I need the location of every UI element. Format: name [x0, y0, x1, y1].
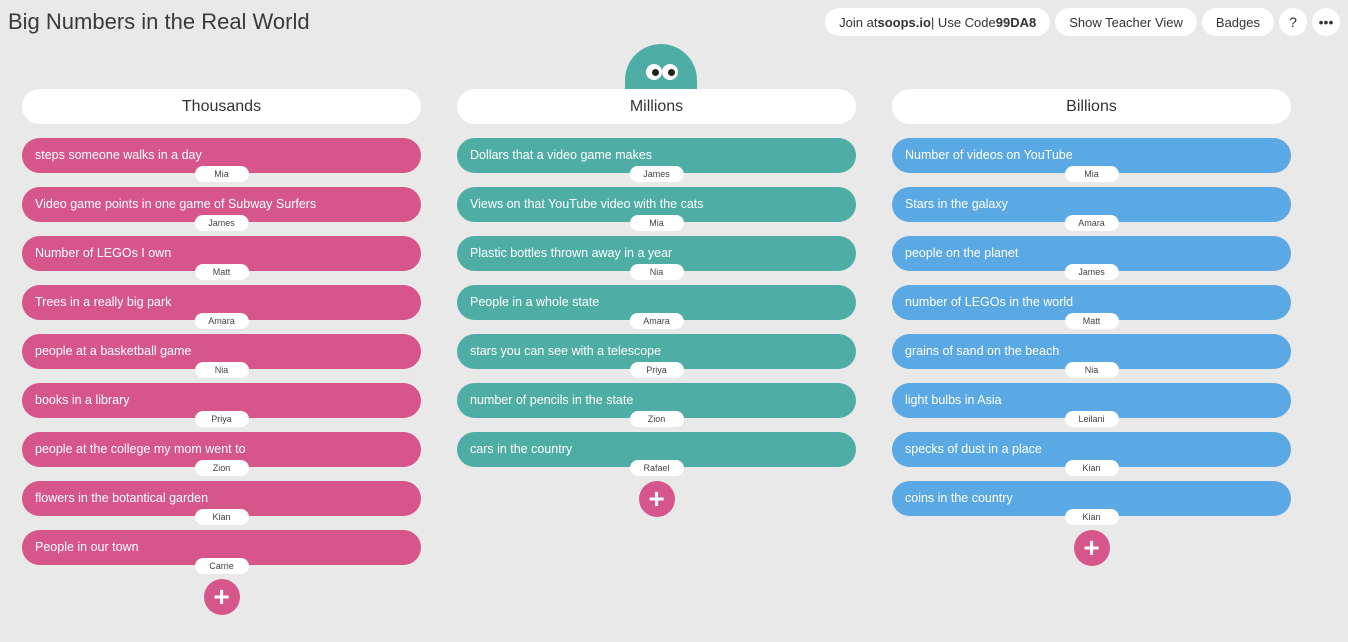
idea-card[interactable]: People in our town Carrie — [22, 530, 421, 574]
card-text: grains of sand on the beach — [905, 344, 1060, 358]
card-text: steps someone walks in a day — [35, 148, 202, 162]
show-teacher-view-button[interactable]: Show Teacher View — [1055, 8, 1197, 36]
idea-card[interactable]: books in a library Priya — [22, 383, 421, 427]
card-list-thousands: steps someone walks in a day Mia Video gam… — [22, 138, 421, 574]
idea-card[interactable]: Plastic bottles thrown away in a year Nia — [457, 236, 856, 280]
card-author-badge: Rafael — [629, 460, 684, 476]
card-text: flowers in the botantical garden — [35, 491, 209, 505]
join-code-button[interactable]: Join at soops.io | Use Code 99DA8 — [825, 8, 1051, 36]
card-text: Stars in the galaxy — [905, 197, 1008, 211]
idea-card[interactable]: Views on that YouTube video with the cat… — [457, 187, 856, 231]
add-card-button-billions[interactable]: + — [1073, 530, 1110, 566]
card-author-badge: James — [194, 215, 249, 231]
card-author-badge: Mia — [194, 166, 249, 182]
card-text: Video game points in one game of Subway … — [35, 197, 317, 211]
idea-card[interactable]: steps someone walks in a day Mia — [22, 138, 421, 182]
idea-card[interactable]: light bulbs in Asia Leilani — [892, 383, 1291, 427]
idea-card[interactable]: cars in the country Rafael — [457, 432, 856, 476]
badges-button[interactable]: Badges — [1201, 8, 1274, 36]
join-site: soops.io — [877, 14, 931, 30]
card-author-badge: Amara — [1064, 215, 1119, 231]
column-thousands: Thousands steps someone walks in a day Mi… — [22, 89, 421, 615]
card-author-badge: Priya — [194, 411, 249, 427]
join-prefix: Join at — [839, 14, 878, 30]
add-card-button-millions[interactable]: + — [638, 481, 675, 517]
card-text: Number of LEGOs I own — [35, 246, 172, 260]
card-text: Plastic bottles thrown away in a year — [470, 246, 673, 260]
card-author-badge: Matt — [1064, 313, 1119, 329]
mascot-right-eye — [662, 64, 678, 80]
card-list-billions: Number of videos on YouTube Mia Stars in t… — [892, 138, 1291, 525]
mascot-icon — [625, 44, 697, 90]
column-header-millions: Millions — [457, 89, 856, 124]
card-author-badge: Leilani — [1064, 411, 1119, 427]
card-author-badge: Priya — [629, 362, 684, 378]
card-author-badge: Amara — [629, 313, 684, 329]
idea-card[interactable]: People in a whole state Amara — [457, 285, 856, 329]
idea-card[interactable]: Dollars that a video game makes James — [457, 138, 856, 182]
card-text: coins in the country — [905, 491, 1013, 505]
card-text: Trees in a really big park — [35, 295, 172, 309]
card-text: people at the college my mom went to — [35, 442, 246, 456]
card-text: people at a basketball game — [35, 344, 192, 358]
idea-card[interactable]: coins in the country Kian — [892, 481, 1291, 525]
card-author-badge: Nia — [629, 264, 684, 280]
card-text: cars in the country — [470, 442, 573, 456]
card-author-badge: James — [1064, 264, 1119, 280]
join-mid: | Use Code — [930, 14, 996, 30]
idea-card[interactable]: specks of dust in a place Kian — [892, 432, 1291, 476]
card-text: people on the planet — [905, 246, 1019, 260]
card-author-badge: Kian — [194, 509, 249, 525]
card-author-badge: Mia — [1064, 166, 1119, 182]
column-billions: Billions Number of videos on YouTube Mia S… — [892, 89, 1291, 566]
card-text: number of pencils in the state — [470, 393, 634, 407]
join-code: 99DA8 — [995, 14, 1037, 30]
card-author-badge: Nia — [1064, 362, 1119, 378]
page: Big Numbers in the Real World Join at so… — [0, 0, 1348, 642]
page-title: Big Numbers in the Real World — [8, 9, 310, 34]
card-author-badge: Kian — [1064, 509, 1119, 525]
idea-card[interactable]: Stars in the galaxy Amara — [892, 187, 1291, 231]
card-text: Number of videos on YouTube — [905, 148, 1073, 162]
card-author-badge: Carrie — [194, 558, 249, 574]
idea-card[interactable]: people on the planet James — [892, 236, 1291, 280]
idea-card[interactable]: grains of sand on the beach Nia — [892, 334, 1291, 378]
card-text: stars you can see with a telescope — [470, 344, 662, 358]
card-text: number of LEGOs in the world — [905, 295, 1074, 309]
card-text: light bulbs in Asia — [905, 393, 1002, 407]
idea-card[interactable]: number of LEGOs in the world Matt — [892, 285, 1291, 329]
column-header-billions: Billions — [892, 89, 1291, 124]
column-header-thousands: Thousands — [22, 89, 421, 124]
card-author-badge: Zion — [194, 460, 249, 476]
card-text: Views on that YouTube video with the cat… — [470, 197, 704, 211]
column-millions: Millions Dollars that a video game makes… — [457, 89, 856, 517]
idea-card[interactable]: people at the college my mom went to Zion — [22, 432, 421, 476]
idea-card[interactable]: people at a basketball game Nia — [22, 334, 421, 378]
idea-card[interactable]: stars you can see with a telescope Priya — [457, 334, 856, 378]
idea-card[interactable]: flowers in the botantical garden Kian — [22, 481, 421, 525]
add-card-button-thousands[interactable]: + — [203, 579, 240, 615]
top-toolbar: Join at soops.io | Use Code 99DA8 Show T… — [825, 8, 1340, 36]
idea-card[interactable]: Trees in a really big park Amara — [22, 285, 421, 329]
idea-card[interactable]: Number of LEGOs I own Matt — [22, 236, 421, 280]
card-text: books in a library — [35, 393, 130, 407]
card-list-millions: Dollars that a video game makes James View… — [457, 138, 856, 476]
card-text: Dollars that a video game makes — [470, 148, 653, 162]
card-author-badge: Zion — [629, 411, 684, 427]
more-options-icon[interactable]: ••• — [1312, 8, 1340, 36]
help-button[interactable]: ? — [1279, 8, 1307, 36]
card-text: People in a whole state — [470, 295, 600, 309]
card-text: specks of dust in a place — [905, 442, 1042, 456]
mascot-left-eye — [646, 64, 662, 80]
card-author-badge: Nia — [194, 362, 249, 378]
idea-card[interactable]: number of pencils in the state Zion — [457, 383, 856, 427]
card-author-badge: James — [629, 166, 684, 182]
card-author-badge: Mia — [629, 215, 684, 231]
card-author-badge: Matt — [194, 264, 249, 280]
card-author-badge: Kian — [1064, 460, 1119, 476]
card-text: People in our town — [35, 540, 139, 554]
idea-card[interactable]: Number of videos on YouTube Mia — [892, 138, 1291, 182]
idea-card[interactable]: Video game points in one game of Subway … — [22, 187, 421, 231]
card-author-badge: Amara — [194, 313, 249, 329]
